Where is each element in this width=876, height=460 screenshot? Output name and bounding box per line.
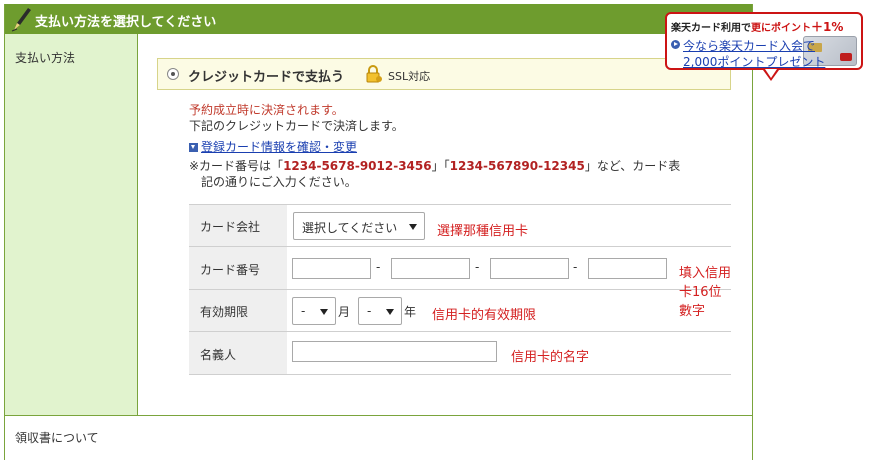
credit-card-radio[interactable]	[167, 68, 179, 80]
receipt-label: 領収書について	[15, 431, 99, 445]
holder-label: 名義人	[200, 348, 237, 362]
card-info-link-row: 登録カード情報を確認・変更	[189, 138, 357, 155]
arrow-down-icon	[189, 143, 198, 152]
promo-link-line2[interactable]: 2,000ポイントプレゼント	[683, 53, 825, 70]
month-unit: 月	[338, 305, 351, 319]
expiry-annotation: 信用卡的有效期限	[432, 308, 537, 323]
example-number-2: 1234-567890-12345	[449, 159, 585, 173]
credit-card-option[interactable]: クレジットカードで支払う SSL対応	[157, 58, 731, 90]
arrow-right-icon	[671, 40, 680, 49]
card-info-link[interactable]: 登録カード情報を確認・変更	[201, 140, 357, 154]
dropdown-arrow-icon	[409, 224, 417, 230]
credit-card-option-title: クレジットカードで支払う	[188, 70, 345, 85]
holder-name-input[interactable]	[292, 341, 497, 362]
card-number-input-1[interactable]	[292, 258, 371, 279]
section-title: 支払い方法を選択してください	[35, 15, 217, 30]
example-number-1: 1234-5678-9012-3456	[283, 159, 432, 173]
ssl-label: SSL対応	[388, 70, 431, 83]
promo-headline: 楽天カード利用で更にポイント＋1%	[671, 20, 844, 34]
lock-icon	[366, 65, 382, 83]
expiry-year-select[interactable]: -	[358, 297, 402, 325]
rakuten-card-promo[interactable]: 楽天カード利用で更にポイント＋1% 今なら楽天カード入会で 2,000ポイントプ…	[665, 12, 863, 81]
expiry-month-select[interactable]: -	[292, 297, 336, 325]
promo-link-line1[interactable]: 今なら楽天カード入会で	[683, 37, 815, 54]
card-company-label: カード会社	[200, 220, 261, 234]
holder-row: 名義人 信用卡的名字	[189, 332, 731, 375]
card-form: カード会社 選択してください 選擇那種信用卡 カード番号 - - - 填入信用卡…	[189, 204, 731, 375]
card-company-row: カード会社 選択してください 選擇那種信用卡	[189, 205, 731, 247]
pen-icon	[11, 8, 31, 32]
section-header: 支払い方法を選択してください	[5, 4, 752, 34]
expiry-row: 有効期限 - 月 - 年 信用卡的有效期限	[189, 290, 731, 332]
dropdown-arrow-icon	[386, 309, 394, 315]
card-number-input-4[interactable]	[588, 258, 667, 279]
expiry-label: 有効期限	[200, 305, 249, 319]
dropdown-arrow-icon	[320, 309, 328, 315]
divider	[5, 415, 752, 416]
card-number-input-2[interactable]	[391, 258, 470, 279]
settlement-notice: 予約成立時に決済されます。	[189, 103, 344, 117]
card-number-input-3[interactable]	[490, 258, 569, 279]
settlement-description: 下記のクレジットカードで決済します。	[189, 119, 404, 133]
card-number-label: カード番号	[200, 263, 261, 277]
card-number-note: ※カード番号は「1234-5678-9012-3456」「1234-567890…	[189, 159, 681, 189]
payment-method-label: 支払い方法	[15, 51, 76, 65]
label-column: 支払い方法	[5, 34, 138, 416]
card-company-select[interactable]: 選択してください	[293, 212, 425, 240]
card-number-row: カード番号 - - - 填入信用卡16位數字	[189, 247, 731, 319]
holder-annotation: 信用卡的名字	[511, 350, 590, 365]
card-company-annotation: 選擇那種信用卡	[437, 224, 529, 239]
year-unit: 年	[404, 305, 417, 319]
